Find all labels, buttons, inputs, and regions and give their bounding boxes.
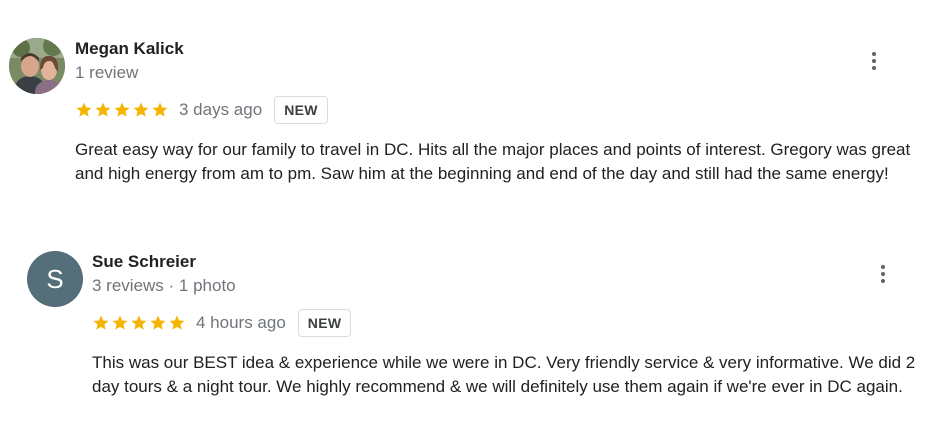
new-badge: NEW: [274, 96, 328, 124]
reviewer-avatar[interactable]: S: [27, 251, 83, 307]
more-dot: [881, 265, 885, 269]
star-icon: [93, 315, 109, 330]
more-dot: [872, 66, 876, 70]
star-icon: [169, 315, 185, 330]
more-dot: [872, 52, 876, 56]
reviewer-photo: [9, 38, 65, 94]
more-options-icon[interactable]: [864, 49, 884, 73]
reviewer-avatar[interactable]: [9, 38, 65, 94]
review-text: Great easy way for our family to travel …: [75, 140, 911, 183]
star-icon: [152, 102, 168, 117]
star-rating: [75, 101, 169, 119]
review-text: This was our BEST idea & experience whil…: [92, 353, 916, 396]
reviewer-meta[interactable]: 3 reviews · 1 photo: [92, 276, 236, 296]
reviewer-meta[interactable]: 1 review: [75, 63, 138, 83]
rating-row: 3 days ago NEW: [75, 95, 328, 125]
reviewer-name[interactable]: Megan Kalick: [75, 39, 184, 59]
rating-row: 4 hours ago NEW: [92, 308, 352, 338]
review-time: 4 hours ago: [196, 313, 286, 332]
review-time: 3 days ago: [179, 100, 263, 119]
reviewer-name[interactable]: Sue Schreier: [92, 252, 196, 272]
star-icon: [133, 102, 149, 117]
more-dot: [872, 59, 876, 63]
more-dot: [881, 279, 885, 283]
star-icon: [76, 102, 92, 117]
star-icon: [131, 315, 147, 330]
new-badge: NEW: [297, 309, 352, 337]
more-dot: [881, 272, 885, 276]
star-rating: [92, 314, 186, 332]
star-icon: [95, 102, 111, 117]
star-icon: [150, 315, 166, 330]
star-icon: [112, 315, 128, 330]
star-icon: [114, 102, 130, 117]
more-options-icon[interactable]: [873, 262, 893, 286]
avatar-letter: S: [46, 263, 64, 294]
